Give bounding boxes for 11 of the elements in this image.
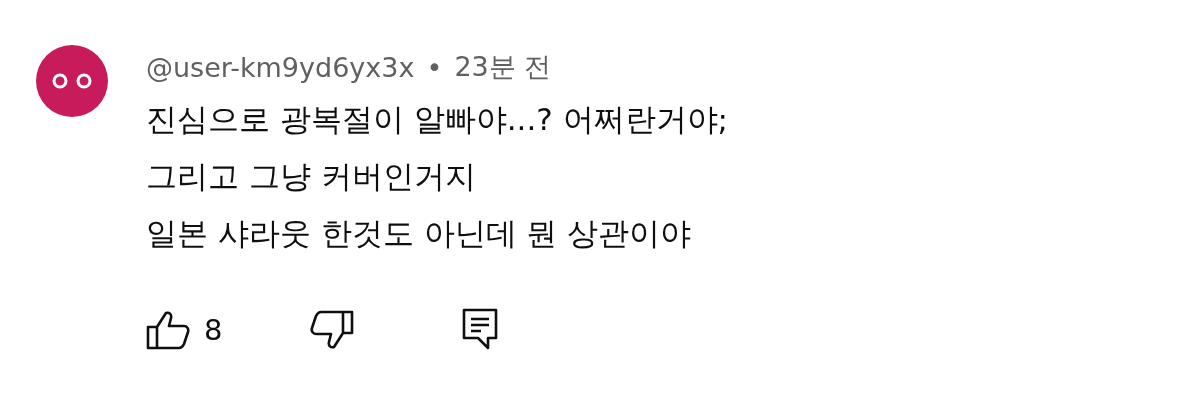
like-button[interactable]: [146, 310, 190, 350]
comment-time: 23분 전: [454, 50, 552, 84]
author-name[interactable]: @user-km9yd6yx3x: [146, 51, 415, 83]
separator: •: [426, 51, 443, 83]
comment-text: 그리고 그냥 커버인거지: [146, 157, 477, 196]
avatar-icon: [36, 45, 108, 117]
comment-text: 진심으로 광복절이 알빠야...? 어쩌란거야;: [146, 100, 729, 139]
comment-text: 일본 샤라웃 한것도 아닌데 뭔 상관이야: [146, 214, 693, 253]
dislike-button[interactable]: [310, 310, 355, 350]
reply-button[interactable]: [462, 308, 499, 352]
like-count: 8: [204, 313, 223, 347]
